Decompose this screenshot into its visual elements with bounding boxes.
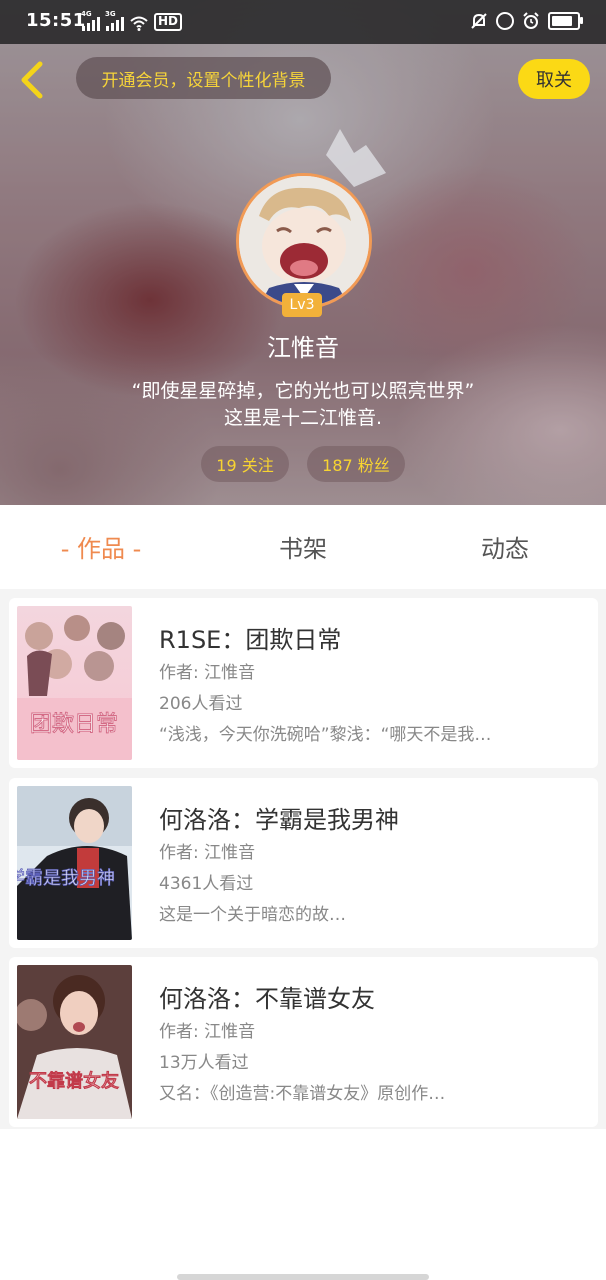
- cover-art: 学霸是我男神: [17, 786, 132, 940]
- mute-bell-icon: [471, 13, 487, 29]
- signal-3g-icon: 3G: [105, 10, 124, 31]
- data-saver-icon: [496, 12, 514, 30]
- signal-4g-icon: 4G: [81, 10, 100, 31]
- book-cover[interactable]: 团欺日常: [17, 606, 132, 760]
- book-card[interactable]: 团欺日常 R1SE：团欺日常 作者: 江惟音 206人看过 “浅浅，今天你洗碗哈…: [9, 598, 598, 768]
- book-author: 作者: 江惟音: [159, 663, 256, 683]
- profile-header: 15:51 4G 3G HD 开通会员，设置个性化背景 取关 Lv3 江惟音 “…: [0, 0, 606, 505]
- network-indicators: 4G 3G HD: [81, 10, 183, 31]
- bio-line-1: “即使星星碎掉，它的光也可以照亮世界”: [131, 380, 475, 402]
- book-card[interactable]: 学霸是我男神 何洛洛：学霸是我男神 作者: 江惟音 4361人看过 这是一个关于…: [9, 778, 598, 948]
- user-bio: “即使星星碎掉，它的光也可以照亮世界” 这里是十二江惟音.: [0, 378, 606, 432]
- book-card[interactable]: 不靠谱女友 何洛洛：不靠谱女友 作者: 江惟音 13万人看过 又名：《创造营:不…: [9, 957, 598, 1127]
- hd-icon: HD: [154, 13, 183, 31]
- book-cover[interactable]: 不靠谱女友: [17, 965, 132, 1119]
- book-views: 13万人看过: [159, 1053, 249, 1073]
- status-time: 15:51: [26, 10, 86, 31]
- book-views: 206人看过: [159, 694, 243, 714]
- book-title: 何洛洛：学霸是我男神: [159, 806, 399, 834]
- book-description: 又名：《创造营:不靠谱女友》原创作…: [159, 1084, 446, 1104]
- book-author: 作者: 江惟音: [159, 1022, 256, 1042]
- book-views: 4361人看过: [159, 874, 254, 894]
- wifi-icon: [130, 16, 148, 31]
- unfollow-button[interactable]: 取关: [518, 59, 590, 99]
- status-bar: 15:51 4G 3G HD: [0, 0, 606, 44]
- book-author: 作者: 江惟音: [159, 843, 256, 863]
- user-name: 江惟音: [267, 334, 339, 362]
- tab-works[interactable]: - 作品 -: [0, 529, 202, 564]
- status-icons: [470, 12, 583, 30]
- avatar[interactable]: [236, 173, 372, 309]
- back-arrow-icon[interactable]: [14, 58, 50, 102]
- book-title: R1SE：团欺日常: [159, 626, 342, 654]
- level-badge: Lv3: [282, 293, 322, 317]
- battery-icon: [548, 12, 583, 30]
- svg-text:不靠谱女友: 不靠谱女友: [29, 1071, 119, 1092]
- cover-art: 团欺日常: [17, 606, 132, 760]
- home-indicator[interactable]: [177, 1274, 429, 1280]
- following-count[interactable]: 19 关注: [201, 446, 289, 482]
- profile-tabs: - 作品 - 书架 动态: [0, 505, 606, 589]
- svg-text:团欺日常: 团欺日常: [30, 712, 118, 737]
- cover-art: 不靠谱女友: [17, 965, 132, 1119]
- book-cover[interactable]: 学霸是我男神: [17, 786, 132, 940]
- book-description: 这是一个关于暗恋的故…: [159, 905, 346, 925]
- fans-count[interactable]: 187 粉丝: [307, 446, 405, 482]
- book-title: 何洛洛：不靠谱女友: [159, 985, 375, 1013]
- avatar-illustration: [239, 176, 369, 306]
- tab-bookshelf[interactable]: 书架: [202, 529, 404, 564]
- bio-line-2: 这里是十二江惟音.: [223, 407, 383, 429]
- alarm-icon: [523, 12, 539, 29]
- tab-activity[interactable]: 动态: [404, 529, 606, 564]
- vip-background-prompt[interactable]: 开通会员，设置个性化背景: [76, 57, 331, 99]
- book-description: “浅浅，今天你洗碗哈”黎浅：“哪天不是我…: [159, 725, 492, 745]
- svg-text:学霸是我男神: 学霸是我男神: [17, 868, 115, 889]
